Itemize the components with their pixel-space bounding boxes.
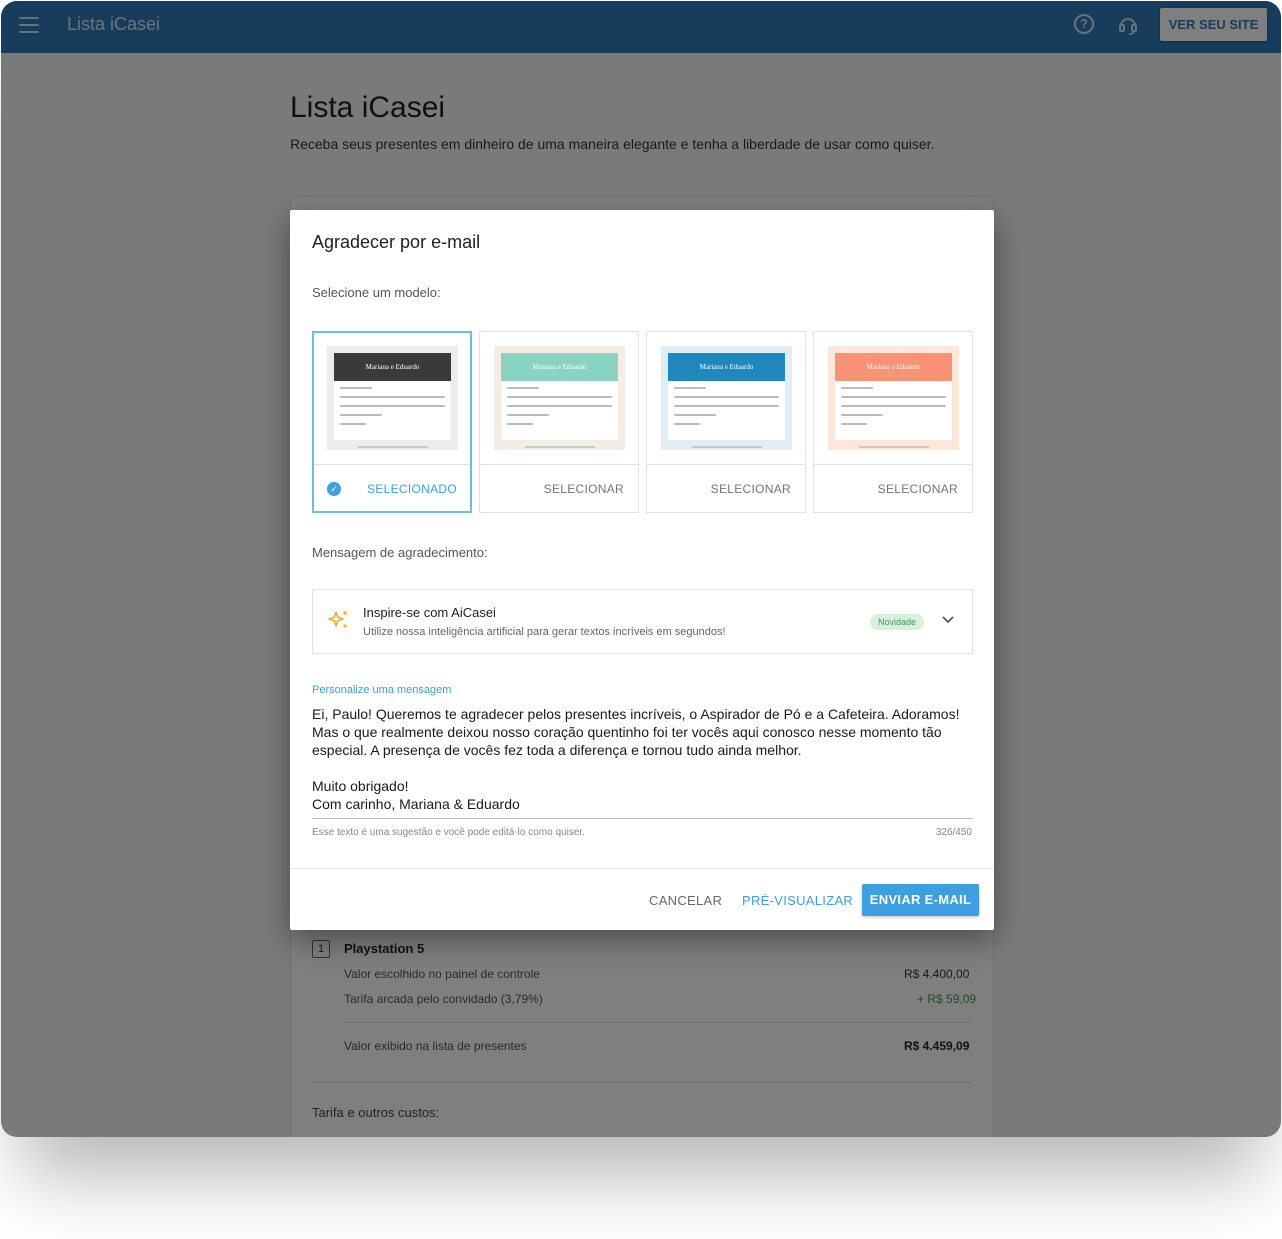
template-select-button[interactable]: SELECIONADO	[367, 482, 457, 496]
preview-button[interactable]: PRÉ-VISUALIZAR	[742, 893, 853, 908]
cancel-button[interactable]: CANCELAR	[649, 893, 722, 908]
template-select-button[interactable]: SELECIONAR	[544, 482, 624, 496]
message-label: Mensagem de agradecimento:	[312, 545, 488, 560]
field-underline	[312, 818, 973, 819]
ai-subtitle: Utilize nossa inteligência artificial pa…	[363, 626, 726, 638]
template-label: Selecione um modelo:	[312, 285, 441, 300]
ai-title: Inspire-se com AiCasei	[363, 605, 496, 620]
message-textarea[interactable]: Ei, Paulo! Queremos te agradecer pelos p…	[312, 705, 974, 813]
template-card-2[interactable]: Mariana e Eduardo SELECIONAR	[479, 331, 639, 513]
sparkle-icon	[328, 610, 348, 629]
template-card-4[interactable]: Mariana e Eduardo SELECIONAR	[813, 331, 973, 513]
new-badge: Novidade	[870, 614, 924, 630]
app-window: Lista iCasei ? VER SEU SITE Lista iCasei…	[1, 1, 1281, 1137]
template-card-1[interactable]: Mariana e Eduardo ✓ SELECIONADO	[312, 331, 472, 513]
thank-you-email-dialog: Agradecer por e-mail Selecione um modelo…	[290, 210, 994, 930]
helper-text: Esse texto é uma sugestão e você pode ed…	[312, 827, 585, 838]
template-preview: Mariana e Eduardo	[327, 346, 458, 450]
footer-divider	[290, 868, 994, 869]
dialog-title: Agradecer por e-mail	[312, 232, 481, 252]
template-preview: Mariana e Eduardo	[661, 346, 792, 450]
chevron-down-icon[interactable]	[941, 612, 955, 626]
template-preview: Mariana e Eduardo	[494, 346, 625, 450]
template-preview: Mariana e Eduardo	[828, 346, 959, 450]
template-card-3[interactable]: Mariana e Eduardo SELECIONAR	[646, 331, 806, 513]
check-circle-icon: ✓	[327, 482, 341, 496]
message-field-label: Personalize uma mensagem	[312, 684, 452, 696]
template-select-button[interactable]: SELECIONAR	[711, 482, 791, 496]
template-select-button[interactable]: SELECIONAR	[878, 482, 958, 496]
send-email-button[interactable]: ENVIAR E-MAIL	[862, 884, 979, 916]
char-counter: 326/450	[935, 827, 972, 838]
ai-inspiration-panel[interactable]: Inspire-se com AiCasei Utilize nossa int…	[312, 589, 973, 654]
